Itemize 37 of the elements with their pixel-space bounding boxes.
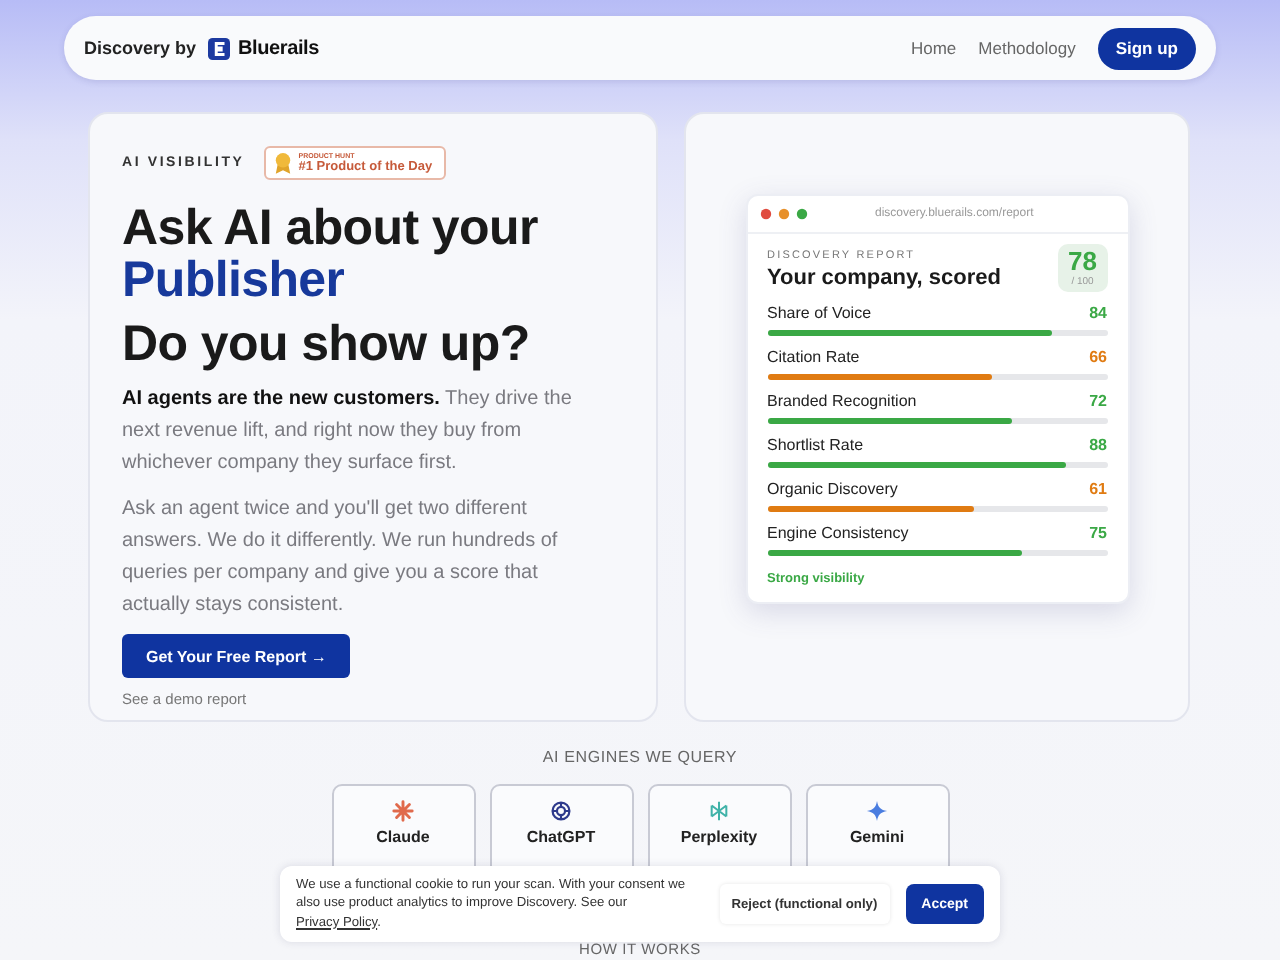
hero-title: Ask AI about your: [122, 202, 538, 254]
hero-highlight: Publisher: [122, 254, 345, 298]
metric-score: 61: [1089, 478, 1107, 500]
metric-score: 75: [1089, 522, 1107, 544]
metric-name: Branded Recognition: [767, 390, 917, 412]
metric-name: Organic Discovery: [767, 478, 898, 500]
hero-paragraph: Ask an agent twice and you'll get two different answers. We do it differently. We run hundreds of queries per company and give you a score that actually stays consistent.: [122, 496, 560, 620]
engine-name: ChatGPT: [526, 828, 596, 846]
section-heading: AI ENGINES WE QUERY: [542, 748, 738, 766]
score-value: 78: [1068, 248, 1097, 276]
logo-icon: [208, 37, 231, 59]
hero-paragraph: AI agents are the new customers. They drive the next revenue lift, and right now they buy from whichever company they surface first.: [122, 386, 572, 478]
metric-score: 72: [1089, 390, 1107, 412]
report-title: Your company, scored: [767, 266, 1001, 290]
metric-score: 88: [1089, 434, 1107, 456]
metric-score: 84: [1089, 302, 1107, 324]
nav-link[interactable]: Methodology: [978, 38, 1076, 58]
engine-name: Perplexity: [680, 828, 758, 846]
metric-name: Engine Consistency: [767, 522, 909, 544]
free-report-button[interactable]: Get Your Free Report →: [122, 634, 351, 678]
window-dots-icon: [759, 208, 811, 220]
engine-name: Gemini: [849, 828, 905, 846]
knot-icon: [550, 800, 572, 822]
metric-score: 66: [1089, 346, 1107, 368]
nav-link[interactable]: Home: [910, 38, 957, 58]
brand-prefix: Discovery by: [84, 38, 197, 58]
brand-name: Bluerails: [238, 37, 319, 59]
metric-name: Shortlist Rate: [767, 434, 864, 456]
signup-button[interactable]: Sign up: [1097, 27, 1196, 69]
metric-name: Citation Rate: [767, 346, 860, 368]
burst-icon: [392, 800, 414, 822]
engine-name: Claude: [376, 828, 430, 846]
metric-name: Share of Voice: [767, 302, 872, 324]
lattice-icon: [708, 800, 730, 822]
sparkle-icon: [866, 800, 888, 822]
medal-icon: [274, 152, 293, 174]
hero-question: Do you show up?: [122, 318, 530, 370]
